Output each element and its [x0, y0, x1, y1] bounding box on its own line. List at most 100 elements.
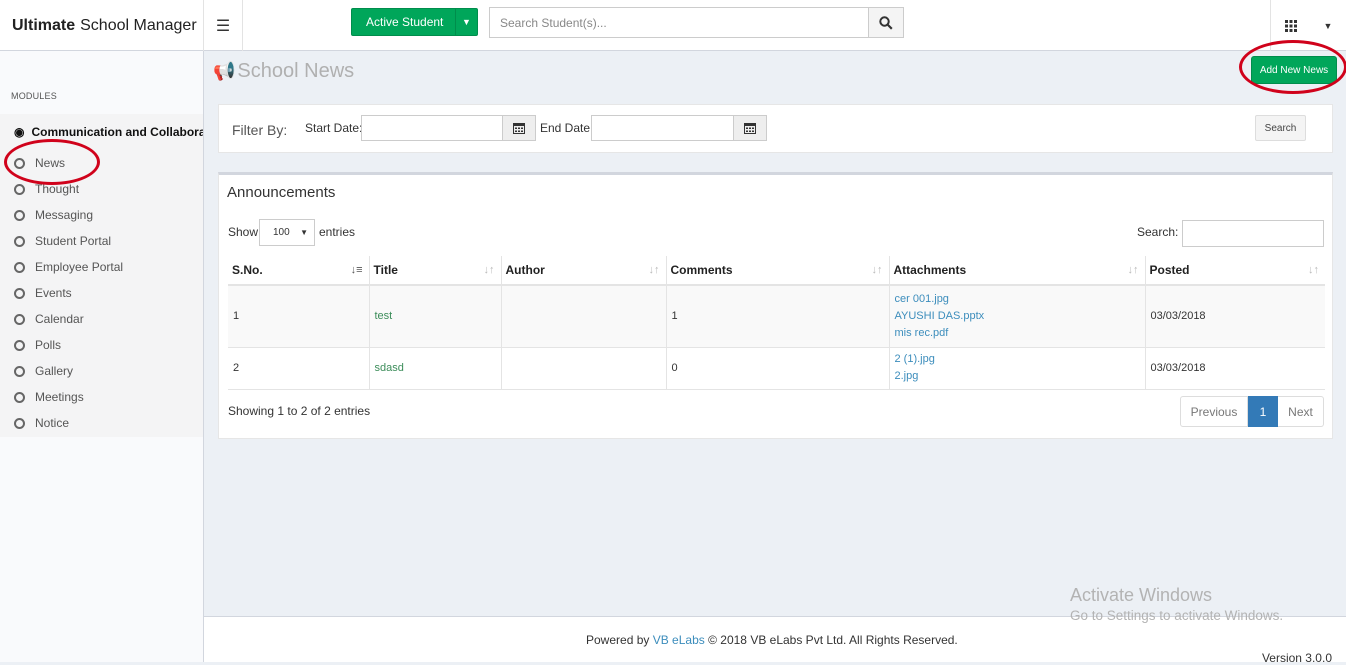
sidebar-item-label: Polls — [35, 338, 62, 352]
circle-icon — [14, 157, 25, 169]
cell-posted: 03/03/2018 — [1145, 285, 1325, 348]
sidebar-item-label: Events — [35, 286, 72, 300]
circle-icon — [14, 365, 25, 377]
circle-icon — [14, 183, 25, 195]
sidebar-item-events[interactable]: Events — [14, 286, 72, 300]
start-date-calendar-button[interactable] — [502, 115, 536, 141]
pagination: Previous 1 Next — [1180, 396, 1324, 427]
cell-attachments: cer 001.jpg AYUSHI DAS.pptx mis rec.pdf — [889, 285, 1146, 348]
column-header-comments[interactable]: Comments ↓↑ — [666, 256, 890, 286]
sidebar-item-thought[interactable]: Thought — [14, 182, 79, 196]
sidebar-item-label: Employee Portal — [35, 260, 124, 274]
column-header-posted[interactable]: Posted ↓↑ — [1145, 256, 1325, 286]
sidebar-item-label: Calendar — [35, 312, 84, 326]
active-student-label: Active Student — [366, 15, 444, 29]
copyright-text: © 2018 VB eLabs Pvt Ltd. All Rights Rese… — [708, 633, 958, 647]
add-new-news-button[interactable]: Add New News — [1251, 56, 1337, 84]
attachment-link[interactable]: cer 001.jpg — [895, 291, 1140, 308]
brand-logo[interactable]: Ultimate School Manager — [0, 0, 204, 51]
cell-posted: 03/03/2018 — [1145, 347, 1325, 390]
sidebar-toggle-button[interactable]: ☰ — [204, 0, 243, 51]
brand-bold: Ultimate — [12, 16, 76, 34]
caret-down-icon[interactable]: ▼ — [455, 9, 477, 35]
news-title-link[interactable]: test — [375, 310, 393, 322]
start-date-label: Start Date: — [305, 121, 363, 135]
end-date-label: End Date: — [540, 121, 594, 135]
announcements-title: Announcements — [227, 184, 336, 201]
sidebar-item-meetings[interactable]: Meetings — [14, 390, 84, 404]
sidebar-group-communication[interactable]: ◉ Communication and Collaboration — [14, 125, 203, 139]
pagination-previous[interactable]: Previous — [1180, 396, 1248, 427]
sidebar-item-label: Student Portal — [35, 234, 112, 248]
circle-icon — [14, 313, 25, 325]
column-label: Title — [373, 263, 398, 277]
sort-icon: ↓↑ — [871, 264, 883, 276]
circle-icon — [14, 261, 25, 273]
attachment-link[interactable]: 2.jpg — [895, 368, 1140, 385]
column-header-author[interactable]: Author ↓↑ — [501, 256, 667, 286]
sidebar-item-label: Gallery — [35, 364, 74, 378]
bullhorn-icon: 📢 — [213, 61, 236, 81]
student-search-button[interactable] — [868, 7, 904, 38]
cell-sno: 1 — [228, 285, 370, 348]
entries-select-value: 100 — [273, 227, 290, 238]
cell-title: test — [369, 285, 502, 348]
sidebar-item-messaging[interactable]: Messaging — [14, 208, 93, 222]
powered-by-label: Powered by — [586, 633, 650, 647]
version-text: Version 3.0.0 — [1261, 651, 1332, 665]
active-student-dropdown[interactable]: Active Student ▼ — [351, 8, 478, 36]
sort-icon: ↓↑ — [483, 264, 495, 276]
announcements-panel: Announcements Show 100 ▼ entries Search:… — [218, 172, 1333, 439]
cell-comments: 0 — [666, 347, 890, 390]
end-date-calendar-button[interactable] — [733, 115, 767, 141]
circle-icon — [14, 235, 25, 247]
column-header-sno[interactable]: S.No. ↓≡ — [228, 256, 370, 286]
bars-icon: ☰ — [215, 17, 231, 35]
end-date-input[interactable] — [591, 115, 734, 141]
filter-by-label: Filter By: — [232, 122, 288, 138]
table-search-input[interactable] — [1182, 220, 1324, 247]
cell-author — [501, 347, 667, 390]
pagination-page-1[interactable]: 1 — [1248, 396, 1278, 427]
column-header-title[interactable]: Title ↓↑ — [369, 256, 502, 286]
page-title: 📢 School News — [213, 60, 354, 83]
table-search-label: Search: — [1137, 225, 1179, 239]
sort-asc-icon: ↓≡ — [350, 264, 363, 276]
sidebar-item-calendar[interactable]: Calendar — [14, 312, 84, 326]
sidebar-item-polls[interactable]: Polls — [14, 338, 61, 352]
column-label: Comments — [670, 263, 733, 277]
announcements-table: S.No. ↓≡ Title ↓↑ Author ↓↑ Comments ↓↑ Atta… — [228, 256, 1325, 390]
caret-down-icon: ▼ — [300, 228, 308, 237]
show-label: Show — [228, 225, 259, 239]
attachment-link[interactable]: mis rec.pdf — [895, 325, 1140, 342]
brand-rest: School Manager — [80, 16, 197, 34]
sidebar-item-news[interactable]: News — [14, 156, 65, 170]
filter-panel: Filter By: Start Date: End Date: Search — [218, 104, 1333, 153]
vb-elabs-link[interactable]: VB eLabs — [653, 633, 705, 647]
column-header-attachments[interactable]: Attachments ↓↑ — [889, 256, 1146, 286]
cell-title: sdasd — [369, 347, 502, 390]
attachment-link[interactable]: 2 (1).jpg — [895, 351, 1140, 368]
watermark-subtitle: Go to Settings to activate Windows. — [1070, 608, 1284, 623]
filter-search-button[interactable]: Search — [1255, 115, 1306, 141]
user-menu-caret-icon[interactable]: ▼ — [1310, 0, 1346, 51]
modules-header: MODULES — [11, 91, 57, 101]
column-label: S.No. — [232, 263, 263, 277]
footer-text: Powered by VB eLabs © 2018 VB eLabs Pvt … — [586, 633, 958, 647]
sidebar-item-notice[interactable]: Notice — [14, 416, 69, 430]
sidebar-item-gallery[interactable]: Gallery — [14, 364, 73, 378]
page-title-text: School News — [237, 60, 355, 82]
table-info: Showing 1 to 2 of 2 entries — [228, 404, 371, 418]
sidebar-item-label: Thought — [35, 182, 80, 196]
calendar-icon — [744, 123, 756, 134]
attachment-link[interactable]: AYUSHI DAS.pptx — [895, 308, 1140, 325]
entries-select[interactable]: 100 ▼ — [259, 219, 315, 246]
sidebar-item-student-portal[interactable]: Student Portal — [14, 234, 111, 248]
apps-menu-button[interactable] — [1270, 0, 1310, 51]
news-title-link[interactable]: sdasd — [375, 362, 404, 374]
student-search-input[interactable] — [489, 7, 869, 38]
sort-icon: ↓↑ — [648, 264, 660, 276]
pagination-next[interactable]: Next — [1278, 396, 1324, 427]
sidebar-item-employee-portal[interactable]: Employee Portal — [14, 260, 123, 274]
start-date-input[interactable] — [361, 115, 503, 141]
